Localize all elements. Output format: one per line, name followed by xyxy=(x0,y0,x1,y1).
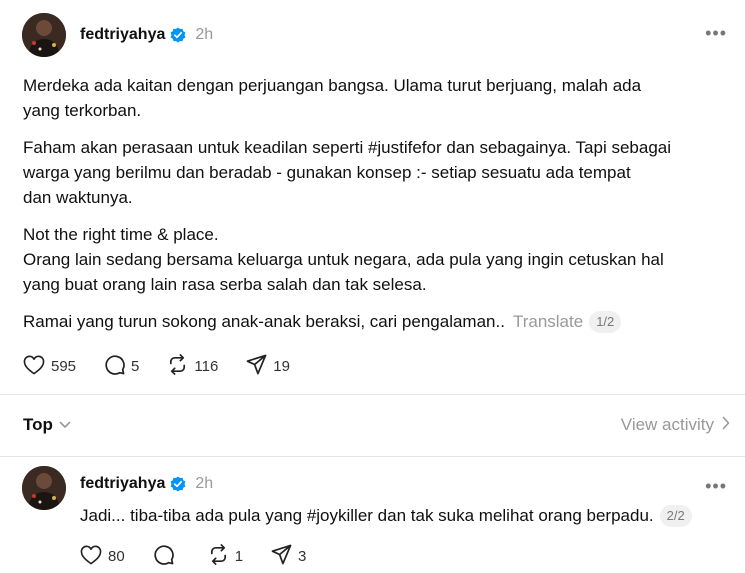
post-timestamp: 2h xyxy=(195,26,214,43)
post-header: fedtriyahya 2h ••• xyxy=(22,13,737,57)
post-text-line: yang terkorban. xyxy=(23,101,142,120)
reply-button[interactable]: 5 xyxy=(104,354,139,379)
post-text-line: Orang lain sedang bersama keluarga untuk… xyxy=(23,250,664,269)
reply-timestamp: 2h xyxy=(195,475,214,492)
share-count: 19 xyxy=(273,358,290,375)
share-button[interactable]: 19 xyxy=(246,354,290,379)
sort-dropdown[interactable]: Top xyxy=(23,415,53,435)
post-paragraph: Ramai yang turun sokong anak-anak beraks… xyxy=(23,309,713,334)
post-body: Merdeka ada kaitan dengan perjuangan ban… xyxy=(23,73,713,346)
reply-text: Jadi... tiba-tiba ada pula yang #joykill… xyxy=(80,506,654,525)
heart-icon xyxy=(80,545,108,569)
divider xyxy=(0,456,745,457)
like-button[interactable]: 595 xyxy=(23,355,76,379)
verified-badge-icon xyxy=(170,476,186,492)
repost-icon xyxy=(167,354,194,379)
post-text-line: Ramai yang turun sokong anak-anak beraks… xyxy=(23,312,505,331)
share-icon xyxy=(246,354,273,379)
comment-icon xyxy=(153,544,180,569)
repost-icon xyxy=(208,544,235,569)
chevron-right-icon xyxy=(714,415,730,435)
post-text-line: warga yang berilmu dan beradab - gunakan… xyxy=(23,163,631,182)
like-count: 595 xyxy=(51,358,77,375)
post-actions: 595 5 116 19 xyxy=(23,354,318,379)
view-activity-link[interactable]: View activity xyxy=(621,415,730,435)
post-paragraph: Merdeka ada kaitan dengan perjuangan ban… xyxy=(23,73,713,123)
comment-icon xyxy=(104,354,131,379)
view-activity-label: View activity xyxy=(620,415,714,434)
chevron-down-icon[interactable] xyxy=(59,421,71,429)
sort-row: Top View activity xyxy=(23,412,730,438)
post-text-line: yang buat orang lain rasa serba salah da… xyxy=(23,275,427,294)
more-icon[interactable]: ••• xyxy=(705,477,727,495)
reply-header: fedtriyahya 2h ••• xyxy=(22,466,737,510)
post-text-line: Faham akan perasaan untuk keadilan seper… xyxy=(23,138,672,157)
divider xyxy=(0,394,745,395)
share-count: 3 xyxy=(298,548,307,565)
share-button[interactable]: 3 xyxy=(271,544,306,569)
heart-icon xyxy=(23,355,51,379)
reply-button[interactable] xyxy=(153,544,180,569)
post-paragraph: Not the right time & place. Orang lain s… xyxy=(23,222,713,297)
like-button[interactable]: 80 xyxy=(80,545,125,569)
repost-button[interactable]: 116 xyxy=(167,354,218,379)
thread-page-indicator: 2/2 xyxy=(659,505,692,527)
reply-count: 5 xyxy=(131,358,140,375)
share-icon xyxy=(271,544,298,569)
verified-badge-icon xyxy=(170,27,186,43)
avatar[interactable] xyxy=(22,466,66,510)
reply-actions: 80 1 3 xyxy=(80,544,334,569)
post-text-line: Not the right time & place. xyxy=(23,225,219,244)
more-icon[interactable]: ••• xyxy=(705,24,727,42)
repost-count: 1 xyxy=(234,548,244,565)
repost-count: 116 xyxy=(194,358,219,375)
post-paragraph: Faham akan perasaan untuk keadilan seper… xyxy=(23,135,713,210)
translate-link[interactable]: Translate xyxy=(513,312,583,331)
post-username[interactable]: fedtriyahya xyxy=(80,26,165,44)
reply-body: Jadi... tiba-tiba ada pula yang #joykill… xyxy=(80,505,692,527)
reply-username[interactable]: fedtriyahya xyxy=(80,475,165,493)
reply-name-row: fedtriyahya 2h xyxy=(80,475,213,493)
post-text-line: dan waktunya. xyxy=(23,188,133,207)
post-text-line: Merdeka ada kaitan dengan perjuangan ban… xyxy=(23,76,642,95)
like-count: 80 xyxy=(108,548,125,565)
avatar[interactable] xyxy=(22,13,66,57)
repost-button[interactable]: 1 xyxy=(208,544,243,569)
thread-page-indicator: 1/2 xyxy=(589,311,622,333)
